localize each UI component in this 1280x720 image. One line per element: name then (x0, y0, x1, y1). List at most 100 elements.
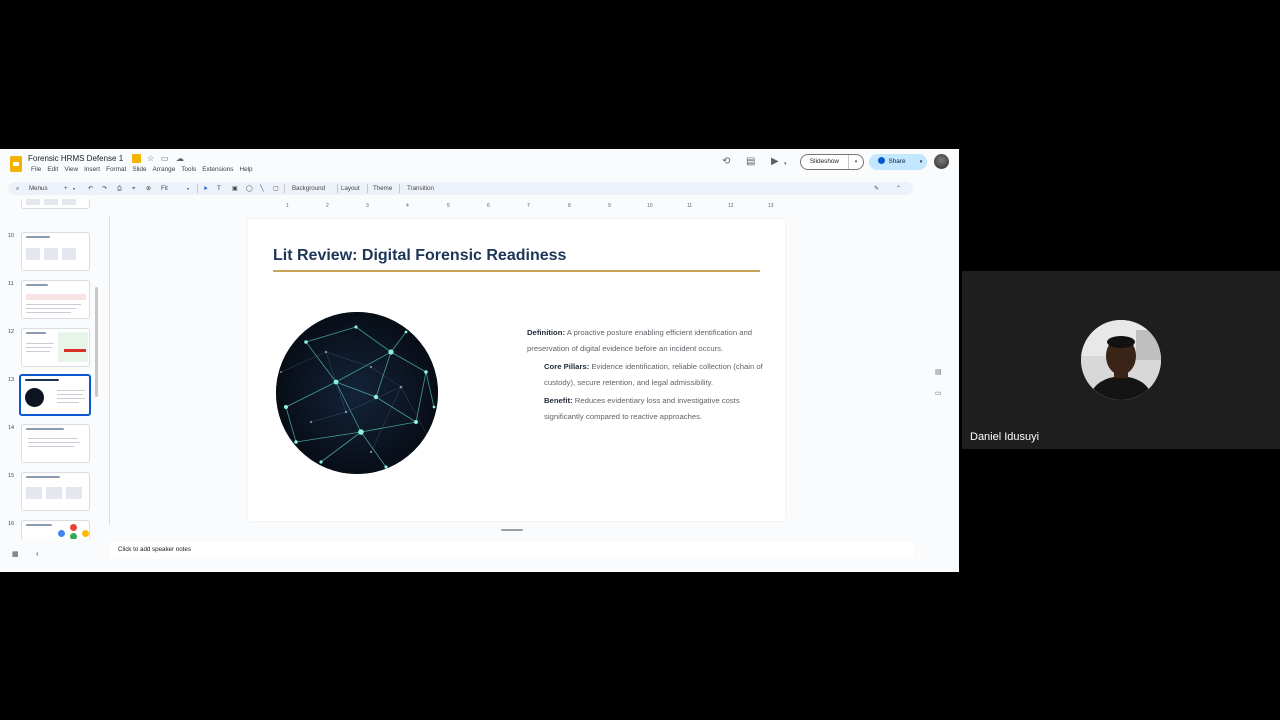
zoom-dropdown-icon[interactable]: ▾ (187, 183, 189, 194)
benefit-paragraph: Benefit: Reduces evidentiary loss and in… (527, 393, 767, 425)
slide-thumbnail[interactable] (21, 280, 90, 319)
grid-view-icon[interactable]: ▦ (12, 550, 19, 558)
menu-edit[interactable]: Edit (44, 166, 61, 173)
menu-help[interactable]: Help (236, 166, 255, 173)
title-underline (273, 270, 760, 272)
menu-arrange[interactable]: Arrange (150, 166, 179, 173)
ruler-tick: 4 (406, 203, 409, 209)
definition-paragraph: Definition: A proactive posture enabling… (527, 325, 767, 357)
share-button[interactable]: Share ▾ (869, 154, 927, 170)
layout-button[interactable]: Layout (341, 183, 360, 194)
slide-thumbnail[interactable] (21, 424, 90, 463)
globe-icon (878, 157, 886, 164)
ruler-tick: 12 (728, 203, 734, 209)
slide-thumbnail[interactable] (21, 520, 90, 539)
slide-thumbnail-selected[interactable] (19, 374, 91, 416)
filmstrip-scrollbar[interactable] (95, 287, 98, 397)
shape-icon[interactable]: ◯ (246, 183, 253, 194)
slideshow-dropdown-icon[interactable]: ▾ (849, 159, 863, 165)
star-icon[interactable]: ☆ (147, 154, 154, 164)
menu-file[interactable]: File (28, 166, 44, 173)
slideshow-label: Slideshow (801, 155, 849, 169)
speaker-notes[interactable]: Click to add speaker notes (110, 542, 913, 559)
slide-thumbnail[interactable] (21, 472, 90, 511)
undo-icon[interactable]: ↶ (88, 183, 93, 194)
tasks-icon[interactable]: ▭ (935, 389, 942, 397)
theme-button[interactable]: Theme (373, 183, 392, 194)
slideshow-button[interactable]: Slideshow ▾ (800, 154, 864, 170)
ruler-tick: 10 (647, 203, 653, 209)
pillars-label: Core Pillars: (544, 362, 590, 371)
network-graph-icon (276, 312, 438, 474)
filmstrip: 10 11 12 13 14 15 16 (0, 199, 100, 539)
pen-tool-icon[interactable]: ✎ (874, 183, 879, 194)
document-title[interactable]: Forensic HRMS Defense 1 (28, 154, 123, 163)
share-dropdown-icon[interactable]: ▾ (915, 159, 927, 165)
ruler-tick: 2 (326, 203, 329, 209)
shared-screen: Forensic HRMS Defense 1 ☆ ▭ ☁ File Edit … (0, 149, 959, 572)
zoom-icon[interactable]: ⊕ (146, 183, 151, 194)
ruler-tick: 8 (568, 203, 571, 209)
background-button[interactable]: Background (292, 183, 325, 194)
slides-badge-icon (132, 154, 141, 163)
slide-number: 10 (8, 233, 15, 239)
slide-thumbnail[interactable] (21, 232, 90, 271)
slide-thumbnail[interactable] (21, 199, 90, 209)
comments-icon[interactable]: ▤ (746, 157, 755, 167)
slide-thumbnail[interactable] (21, 328, 90, 367)
menu-view[interactable]: View (61, 166, 81, 173)
move-folder-icon[interactable]: ▭ (161, 154, 169, 164)
participant-video (1081, 320, 1161, 400)
paint-format-icon[interactable]: ⌖ (132, 183, 135, 194)
definition-label: Definition: (527, 328, 566, 337)
slide-number: 15 (8, 473, 15, 479)
keep-icon[interactable]: ▤ (935, 368, 942, 376)
network-image[interactable] (276, 312, 438, 474)
participant-video-tile: Daniel Idusuyi (962, 271, 1280, 449)
menus-search[interactable]: Menus (29, 183, 48, 194)
toolbar: ⌕ Menus + ▾ ↶ ↷ ⎙ ⌖ ⊕ Fit ▾ ➤ T ▣ ◯ ╲ ▢ … (8, 182, 913, 195)
benefit-label: Benefit: (544, 396, 573, 405)
zoom-select[interactable]: Fit (161, 183, 168, 194)
share-label: Share (888, 158, 906, 165)
menu-insert[interactable]: Insert (81, 166, 103, 173)
notes-resize-handle[interactable] (501, 529, 523, 531)
print-icon[interactable]: ⎙ (117, 183, 122, 194)
ruler-tick: 5 (447, 203, 450, 209)
ruler-tick: 9 (608, 203, 611, 209)
cloud-status-icon[interactable]: ☁ (176, 154, 184, 164)
meet-dropdown-icon[interactable]: ▾ (784, 159, 787, 169)
menu-slide[interactable]: Slide (129, 166, 149, 173)
pillars-paragraph: Core Pillars: Evidence identification, r… (527, 359, 767, 391)
version-history-icon[interactable]: ⟲ (722, 157, 730, 167)
ruler-tick: 7 (527, 203, 530, 209)
redo-icon[interactable]: ↷ (102, 183, 107, 194)
menu-tools[interactable]: Tools (178, 166, 199, 173)
search-menus-icon[interactable]: ⌕ (16, 183, 19, 194)
comment-add-icon[interactable]: ▢ (273, 183, 279, 194)
menu-format[interactable]: Format (103, 166, 129, 173)
slide-canvas[interactable]: Lit Review: Digital Forensic Readiness D… (248, 219, 785, 521)
ruler-tick: 6 (487, 203, 490, 209)
vertical-ruler (102, 215, 110, 525)
menu-extensions[interactable]: Extensions (199, 166, 236, 173)
account-avatar[interactable] (934, 154, 949, 169)
ruler-tick: 13 (768, 203, 774, 209)
transition-button[interactable]: Transition (407, 183, 434, 194)
image-icon[interactable]: ▣ (232, 183, 238, 194)
slide-number: 13 (8, 377, 15, 383)
horizontal-ruler: 1 2 3 4 5 6 7 8 9 10 11 12 13 (248, 203, 784, 211)
select-tool-icon[interactable]: ➤ (203, 183, 208, 194)
ruler-tick: 11 (687, 203, 693, 209)
slides-logo-icon[interactable] (10, 156, 22, 172)
meet-video-icon[interactable]: ▶ (771, 157, 779, 167)
slide-body-text[interactable]: Definition: A proactive posture enabling… (527, 325, 767, 427)
text-box-icon[interactable]: T (217, 183, 221, 194)
new-slide-icon[interactable]: + (64, 183, 68, 194)
collapse-toolbar-icon[interactable]: ⌃ (896, 183, 901, 194)
new-slide-dropdown-icon[interactable]: ▾ (73, 183, 75, 194)
slide-number: 14 (8, 425, 15, 431)
collapse-filmstrip-icon[interactable]: ‹ (36, 549, 39, 558)
slide-title[interactable]: Lit Review: Digital Forensic Readiness (273, 247, 566, 265)
line-icon[interactable]: ╲ (260, 183, 264, 194)
